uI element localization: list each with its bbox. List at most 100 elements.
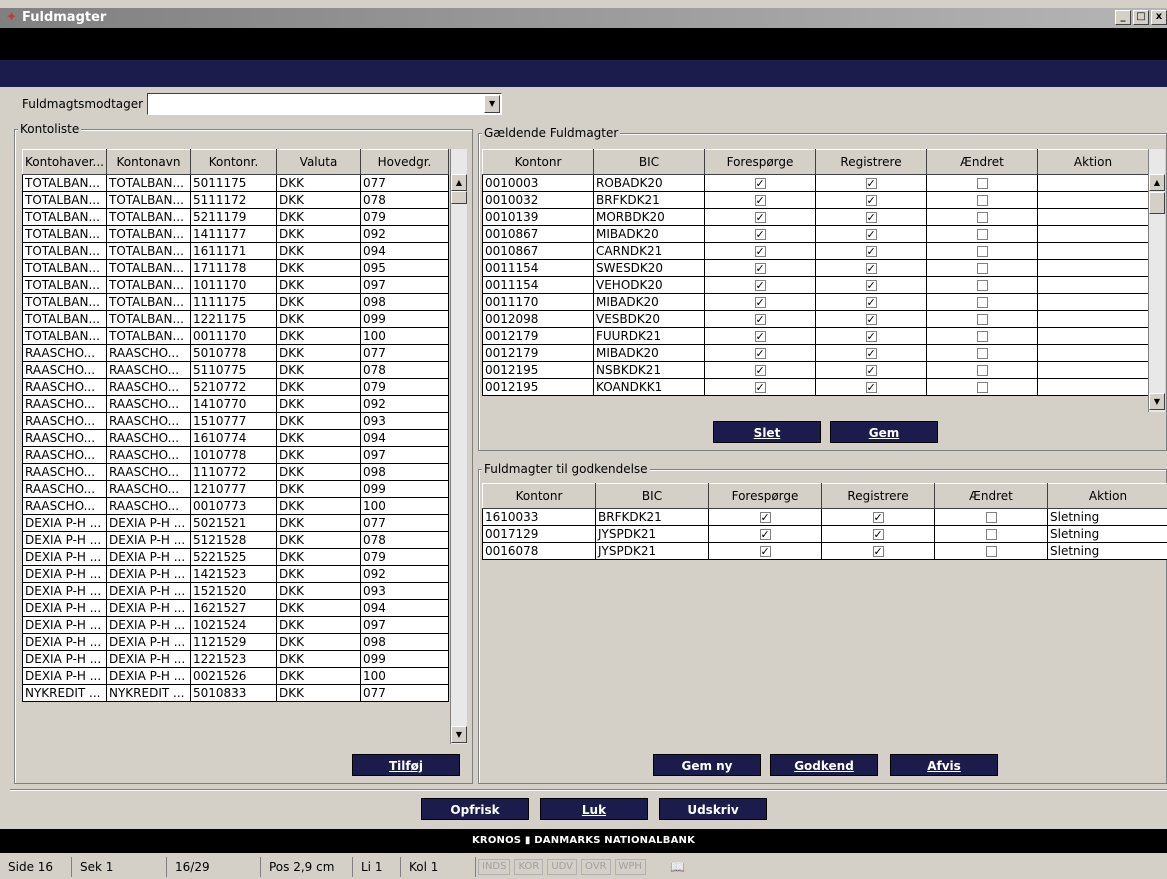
checkbox-unchecked[interactable] <box>985 528 997 540</box>
checkbox-checked[interactable] <box>865 329 877 344</box>
table-row[interactable]: TOTALBAN... TOTALBAN... 1611171 DKK 094 <box>22 242 449 260</box>
checkbox-checked[interactable] <box>754 329 766 344</box>
table-row[interactable]: DEXIA P-H ... DEXIA P-H ... 1021524 DKK 097 <box>22 616 449 634</box>
column-header[interactable]: Forespørge <box>704 149 816 175</box>
scroll-thumb[interactable] <box>1149 192 1165 214</box>
checkbox-checked[interactable] <box>754 312 766 327</box>
window-titlebar[interactable]: ✦ Fuldmagter _ □ x <box>0 8 1167 28</box>
table-row[interactable]: RAASCHO... RAASCHO... 1210777 DKK 099 <box>22 480 449 498</box>
checkbox-checked[interactable] <box>865 295 877 310</box>
checkbox-checked[interactable] <box>759 527 771 542</box>
checkbox-unchecked[interactable] <box>976 381 988 393</box>
checkbox-checked[interactable] <box>754 176 766 191</box>
column-header[interactable]: Ændret <box>934 483 1048 509</box>
column-header[interactable]: Ændret <box>926 149 1038 175</box>
checkbox-unchecked[interactable] <box>976 296 988 308</box>
table-row[interactable]: 0010139 MORBDK20 <box>482 208 1149 226</box>
table-row[interactable]: RAASCHO... RAASCHO... 1110772 DKK 098 <box>22 463 449 481</box>
delete-button[interactable]: Slet <box>713 421 821 443</box>
checkbox-unchecked[interactable] <box>985 545 997 557</box>
table-row[interactable]: TOTALBAN... TOTALBAN... 1411177 DKK 092 <box>22 225 449 243</box>
checkbox-unchecked[interactable] <box>976 211 988 223</box>
table-row[interactable]: 0010867 CARNDK21 <box>482 242 1149 260</box>
checkbox-unchecked[interactable] <box>976 330 988 342</box>
checkbox-checked[interactable] <box>865 210 877 225</box>
column-header[interactable]: Aktion <box>1047 483 1167 509</box>
checkbox-unchecked[interactable] <box>976 347 988 359</box>
column-header[interactable]: BIC <box>595 483 709 509</box>
close-button[interactable]: Luk <box>540 798 648 820</box>
scroll-thumb[interactable] <box>451 191 467 204</box>
checkbox-checked[interactable] <box>754 227 766 242</box>
recipient-select[interactable]: ▼ <box>147 93 503 115</box>
checkbox-checked[interactable] <box>754 380 766 395</box>
chevron-down-icon[interactable]: ▼ <box>484 95 501 113</box>
table-row[interactable]: DEXIA P-H ... DEXIA P-H ... 1521520 DKK 093 <box>22 582 449 600</box>
save-new-button[interactable]: Gem ny <box>653 754 761 776</box>
table-row[interactable]: RAASCHO... RAASCHO... 5210772 DKK 079 <box>22 378 449 396</box>
scroll-up-icon[interactable]: ▲ <box>451 174 467 191</box>
table-row[interactable]: RAASCHO... RAASCHO... 1510777 DKK 093 <box>22 412 449 430</box>
table-row[interactable]: TOTALBAN... TOTALBAN... 1711178 DKK 095 <box>22 259 449 277</box>
table-row[interactable]: TOTALBAN... TOTALBAN... 5111172 DKK 078 <box>22 191 449 209</box>
column-header[interactable]: Registrere <box>821 483 935 509</box>
reject-button[interactable]: Afvis <box>890 754 998 776</box>
minimize-button[interactable]: _ <box>1115 10 1131 25</box>
checkbox-checked[interactable] <box>872 544 884 559</box>
table-row[interactable]: RAASCHO... RAASCHO... 5010778 DKK 077 <box>22 344 449 362</box>
scroll-up-icon[interactable]: ▲ <box>1149 174 1165 191</box>
checkbox-checked[interactable] <box>865 278 877 293</box>
save-button[interactable]: Gem <box>830 421 938 443</box>
table-row[interactable]: 0016078JYSPDK21 Sletning <box>482 542 1167 560</box>
table-row[interactable]: RAASCHO... RAASCHO... 0010773 DKK 100 <box>22 497 449 515</box>
table-row[interactable]: RAASCHO... RAASCHO... 5110775 DKK 078 <box>22 361 449 379</box>
maximize-button[interactable]: □ <box>1133 10 1149 25</box>
checkbox-unchecked[interactable] <box>976 228 988 240</box>
column-header[interactable]: Kontonavn <box>106 149 191 175</box>
checkbox-unchecked[interactable] <box>976 364 988 376</box>
table-row[interactable]: DEXIA P-H ... DEXIA P-H ... 0021526 DKK 100 <box>22 667 449 685</box>
column-header[interactable]: Kontonr. <box>190 149 277 175</box>
approve-button[interactable]: Godkend <box>770 754 878 776</box>
table-row[interactable]: TOTALBAN... TOTALBAN... 5211179 DKK 079 <box>22 208 449 226</box>
checkbox-checked[interactable] <box>865 227 877 242</box>
checkbox-unchecked[interactable] <box>976 262 988 274</box>
table-row[interactable]: RAASCHO... RAASCHO... 1010778 DKK 097 <box>22 446 449 464</box>
column-header[interactable]: Kontohaver... <box>22 149 107 175</box>
checkbox-checked[interactable] <box>865 380 877 395</box>
checkbox-unchecked[interactable] <box>976 313 988 325</box>
checkbox-checked[interactable] <box>759 510 771 525</box>
table-row[interactable]: NYKREDIT ... NYKREDIT ... 5010833 DKK 077 <box>22 684 449 702</box>
checkbox-checked[interactable] <box>865 312 877 327</box>
column-header[interactable]: Kontonr <box>482 483 596 509</box>
column-header[interactable]: Registrere <box>815 149 927 175</box>
table-row[interactable]: 0011154 VEHODK20 <box>482 276 1149 294</box>
checkbox-checked[interactable] <box>754 295 766 310</box>
column-header[interactable]: BIC <box>593 149 705 175</box>
table-row[interactable]: RAASCHO... RAASCHO... 1610774 DKK 094 <box>22 429 449 447</box>
table-row[interactable]: TOTALBAN... TOTALBAN... 5011175 DKK 077 <box>22 174 449 192</box>
table-row[interactable]: 0010003 ROBADK20 <box>482 174 1149 192</box>
checkbox-checked[interactable] <box>759 544 771 559</box>
checkbox-checked[interactable] <box>754 278 766 293</box>
table-row[interactable]: 0010032 BRFKDK21 <box>482 191 1149 209</box>
checkbox-unchecked[interactable] <box>985 511 997 523</box>
table-row[interactable]: 0012179 MIBADK20 <box>482 344 1149 362</box>
table-row[interactable]: DEXIA P-H ... DEXIA P-H ... 5021521 DKK 077 <box>22 514 449 532</box>
scroll-down-icon[interactable]: ▼ <box>451 726 467 743</box>
checkbox-checked[interactable] <box>872 510 884 525</box>
column-header[interactable]: Aktion <box>1037 149 1149 175</box>
checkbox-checked[interactable] <box>754 363 766 378</box>
column-header[interactable]: Hovedgr. <box>360 149 449 175</box>
checkbox-checked[interactable] <box>865 363 877 378</box>
column-header[interactable]: Forespørge <box>708 483 822 509</box>
table-row[interactable]: 0010867 MIBADK20 <box>482 225 1149 243</box>
checkbox-checked[interactable] <box>872 527 884 542</box>
add-button[interactable]: Tilføj <box>352 754 460 776</box>
table-row[interactable]: 0012195 KOANDKK1 <box>482 378 1149 396</box>
table-row[interactable]: RAASCHO... RAASCHO... 1410770 DKK 092 <box>22 395 449 413</box>
scroll-down-icon[interactable]: ▼ <box>1149 393 1165 410</box>
refresh-button[interactable]: Opfrisk <box>421 798 529 820</box>
table-row[interactable]: 0012195 NSBKDK21 <box>482 361 1149 379</box>
checkbox-unchecked[interactable] <box>976 194 988 206</box>
